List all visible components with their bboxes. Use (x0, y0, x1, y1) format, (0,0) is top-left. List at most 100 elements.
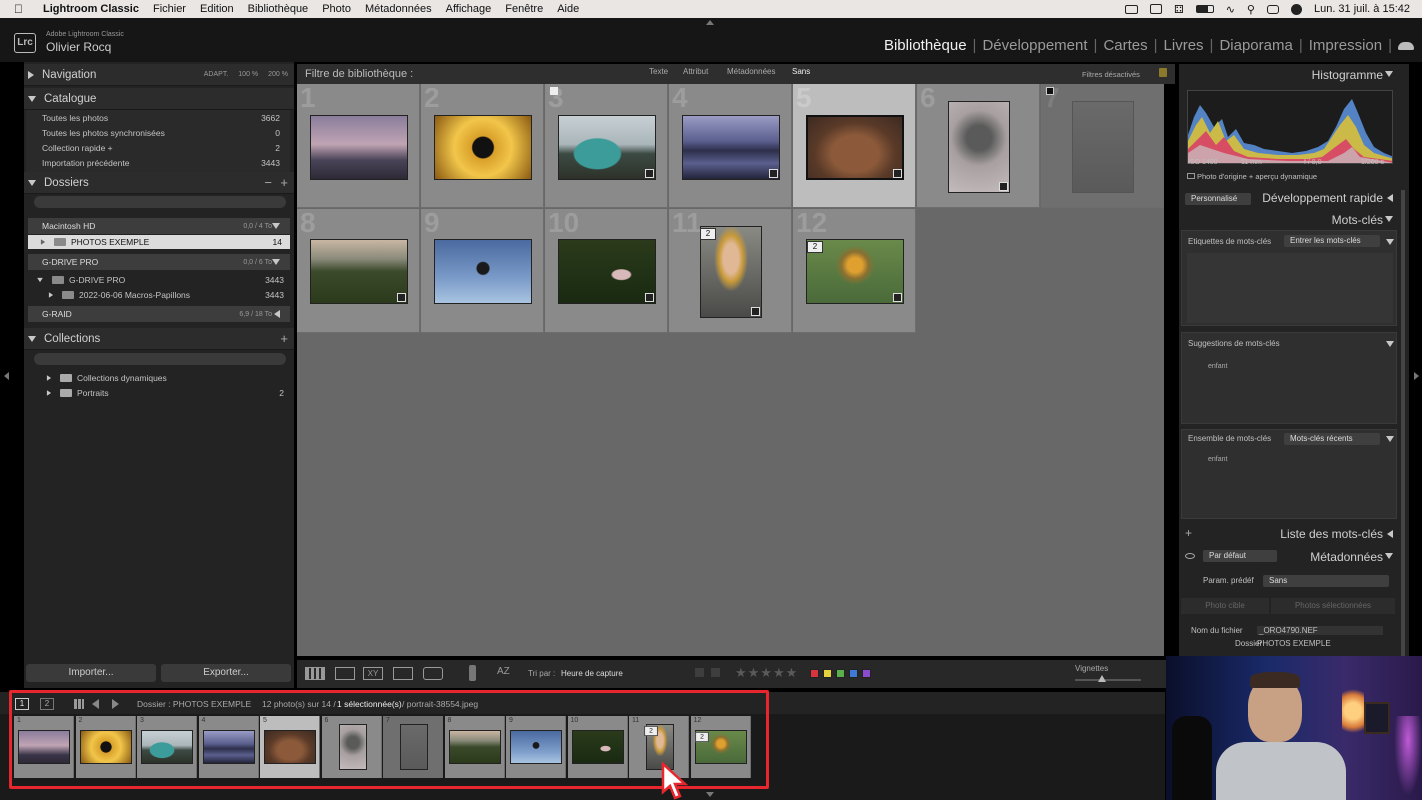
menu-bibliotheque[interactable]: Bibliothèque (248, 3, 309, 15)
metadata-header[interactable]: Métadonnées (1179, 546, 1409, 568)
color-label-swatch[interactable] (849, 669, 858, 678)
accessibility-icon[interactable]: ⚃ (1174, 3, 1184, 16)
filter-tab-metadonnees[interactable]: Métadonnées (727, 67, 775, 76)
module-developpement[interactable]: Développement (982, 37, 1087, 54)
lock-icon[interactable] (1159, 68, 1167, 77)
filename-value[interactable]: _ORO4790.NEF (1257, 626, 1383, 635)
color-label-swatch[interactable] (810, 669, 819, 678)
zoom-200[interactable]: 200 % (268, 71, 288, 78)
menu-photo[interactable]: Photo (322, 3, 351, 15)
add-folder-icon[interactable]: + (280, 175, 288, 190)
keyword-tags-textarea[interactable] (1187, 253, 1393, 323)
dossiers-header[interactable]: Dossiers − + (24, 172, 294, 194)
menubar-datetime[interactable]: Lun. 31 juil. à 15:42 (1314, 3, 1410, 15)
filmstrip-toggle-icon[interactable] (706, 792, 714, 797)
quick-develop-header[interactable]: Développement rapide (1179, 187, 1409, 209)
histogram-header[interactable]: Histogramme (1179, 64, 1409, 86)
filter-tab-texte[interactable]: Texte (649, 67, 668, 76)
remove-folder-icon[interactable]: − (264, 175, 272, 190)
thumbnail-size-slider[interactable] (1075, 679, 1141, 681)
menu-fichier[interactable]: Fichier (153, 3, 186, 15)
grid-cell-selected[interactable]: 5 (793, 84, 916, 208)
export-button[interactable]: Exporter... (161, 664, 291, 682)
selected-photos-button[interactable]: Photos sélectionnées (1271, 598, 1395, 614)
collection-row[interactable]: Portraits 2 (24, 385, 294, 400)
spray-can-icon[interactable] (469, 665, 476, 681)
keyword-set-word[interactable]: enfant (1208, 456, 1227, 463)
import-button[interactable]: Importer... (26, 664, 156, 682)
slider-thumb-icon[interactable] (1098, 675, 1106, 682)
suggested-keyword[interactable]: enfant (1208, 363, 1227, 370)
grid-cell[interactable]: 8 (297, 209, 420, 333)
zoom-100[interactable]: 100 % (238, 71, 258, 78)
dock-icon[interactable] (1150, 4, 1163, 14)
collections-header[interactable]: Collections + (24, 328, 294, 350)
grid-cell[interactable]: 3 (545, 84, 668, 208)
folder-macros-papillons[interactable]: 2022-06-06 Macros-Papillons 3443 (24, 287, 294, 302)
flag-icon[interactable] (550, 87, 558, 95)
collection-search-input[interactable] (34, 353, 286, 365)
battery-icon[interactable] (1195, 5, 1214, 13)
grid-view-icon[interactable] (305, 667, 325, 680)
grid-cell[interactable]: 10 (545, 209, 668, 333)
menu-affichage[interactable]: Affichage (446, 3, 492, 15)
people-view-icon[interactable] (423, 667, 443, 680)
camera-icon[interactable] (1125, 4, 1139, 14)
folder-search-input[interactable] (34, 196, 286, 208)
grid-cell[interactable]: 4 (669, 84, 792, 208)
stack-count-badge[interactable]: 2 (807, 241, 823, 253)
module-diaporama[interactable]: Diaporama (1219, 37, 1292, 54)
wifi-icon[interactable]: ∿ (1226, 3, 1235, 16)
siri-icon[interactable] (1290, 3, 1302, 15)
menu-app[interactable]: Lightroom Classic (43, 3, 139, 15)
sort-direction-icon[interactable]: AZ (497, 666, 510, 677)
keywords-header[interactable]: Mots-clés (1179, 209, 1409, 231)
control-center-icon[interactable] (1266, 4, 1279, 14)
reject-flag-icon[interactable] (1046, 87, 1054, 95)
menu-fenetre[interactable]: Fenêtre (505, 3, 543, 15)
flag-reject-filter-icon[interactable] (711, 668, 720, 677)
catalogue-row[interactable]: Importation précédente 3443 (26, 155, 290, 170)
module-bibliotheque[interactable]: Bibliothèque (884, 37, 967, 54)
menu-aide[interactable]: Aide (557, 3, 579, 15)
search-icon[interactable]: ⚲ (1247, 3, 1255, 16)
keyword-set-select[interactable]: Mots-clés récents (1284, 433, 1380, 445)
add-collection-icon[interactable]: + (280, 331, 288, 346)
zoom-fit[interactable]: ADAPT. (204, 71, 229, 78)
grid-cell[interactable]: 12 2 (793, 209, 916, 333)
menu-metadonnees[interactable]: Métadonnées (365, 3, 432, 15)
target-photo-button[interactable]: Photo cible (1181, 598, 1269, 614)
folder-photos-exemple[interactable]: PHOTOS EXEMPLE 14 (28, 235, 290, 249)
loupe-view-icon[interactable] (335, 667, 355, 680)
panel-toggle-top-icon[interactable] (706, 20, 714, 25)
catalogue-row[interactable]: Collection rapide + 2 (26, 140, 290, 155)
rating-stars[interactable]: ★★★★★ (735, 665, 798, 681)
sort-select[interactable]: Heure de capture (561, 669, 623, 678)
grid-cell[interactable]: 7 (1041, 84, 1164, 208)
filter-tab-attribut[interactable]: Attribut (683, 67, 708, 76)
filter-tab-sans[interactable]: Sans (792, 67, 810, 76)
menu-edition[interactable]: Edition (200, 3, 234, 15)
right-panel-scrollbar[interactable] (1401, 190, 1405, 660)
cloud-icon[interactable] (1398, 41, 1414, 50)
volume-gdrive-pro[interactable]: G-DRIVE PRO 0,0 / 6 To (28, 254, 290, 270)
color-label-swatch[interactable] (836, 669, 845, 678)
module-cartes[interactable]: Cartes (1103, 37, 1147, 54)
flag-filter-icon[interactable] (695, 668, 704, 677)
color-label-swatch[interactable] (862, 669, 871, 678)
volume-g-raid[interactable]: G-RAID 6,9 / 18 To (28, 306, 290, 322)
left-panel-toggle-icon[interactable] (4, 372, 9, 380)
stack-count-badge[interactable]: 2 (700, 228, 716, 240)
grid-cell[interactable]: 6 (917, 84, 1040, 208)
catalogue-row[interactable]: Toutes les photos 3662 (26, 110, 290, 125)
keyword-tags-select[interactable]: Entrer les mots-clés (1284, 235, 1380, 247)
survey-view-icon[interactable] (393, 667, 413, 680)
volume-macintosh-hd[interactable]: Macintosh HD 0,0 / 4 To (28, 218, 290, 234)
compare-view-icon[interactable]: XY (363, 667, 383, 680)
grid-cell[interactable]: 9 (421, 209, 544, 333)
keyword-list-header[interactable]: Liste des mots-clés (1179, 523, 1409, 545)
catalogue-header[interactable]: Catalogue (24, 88, 294, 110)
catalogue-row[interactable]: Toutes les photos synchronisées 0 (26, 125, 290, 140)
grid-cell[interactable]: 2 (421, 84, 544, 208)
grid-cell[interactable]: 11 2 (669, 209, 792, 333)
